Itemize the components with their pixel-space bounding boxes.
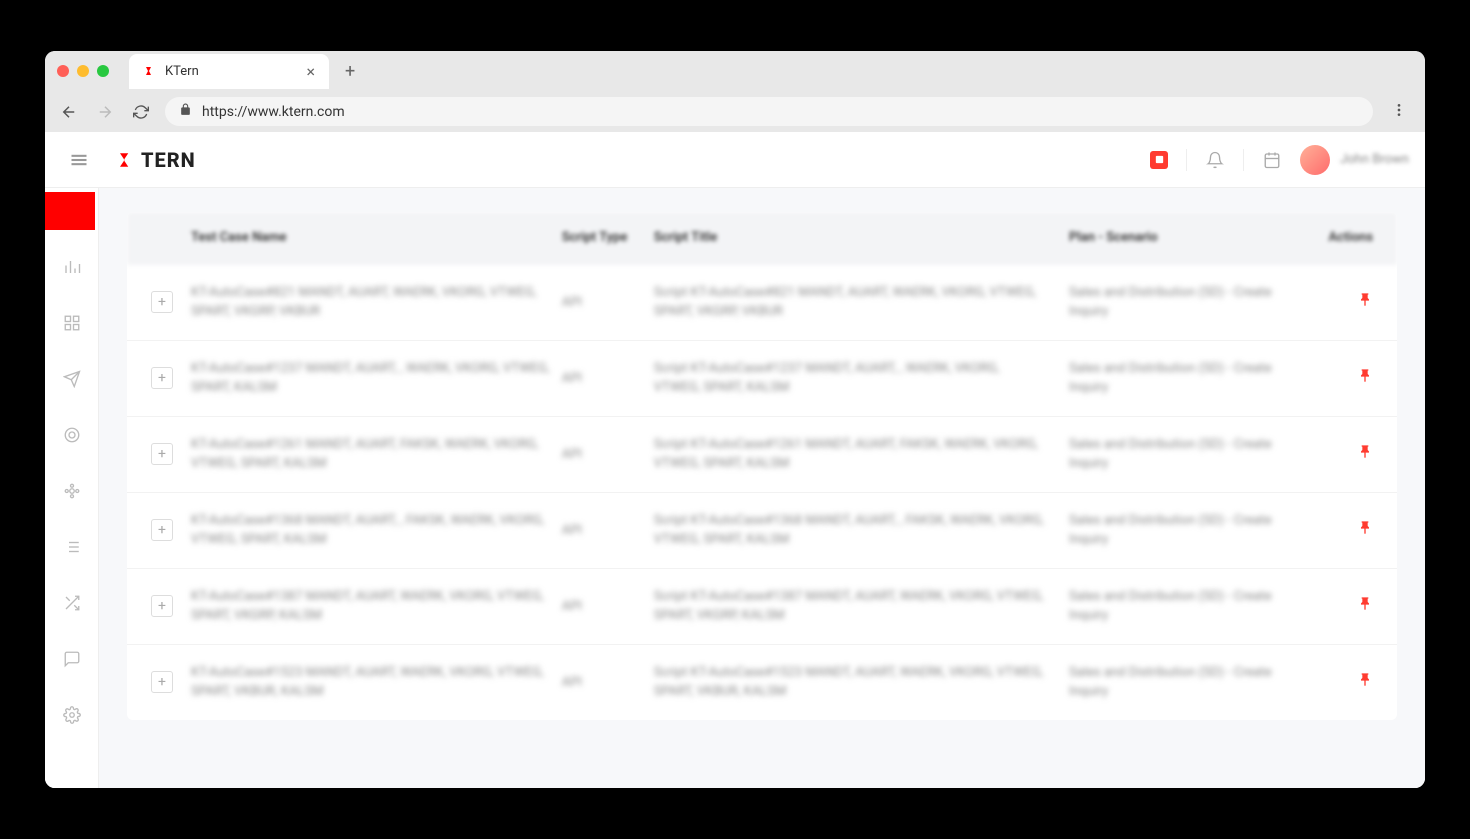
topbar-right: John Brown — [1150, 145, 1409, 175]
cell-plan: Sales and Distribution (SD) - Create Inq… — [1057, 663, 1293, 702]
expand-button[interactable]: + — [151, 291, 173, 313]
test-case-table: Test Case Name Script Type Script Title … — [127, 212, 1397, 720]
browser-chrome: KTern × + https://www.ktern.com — [45, 51, 1425, 132]
sidebar-item-list[interactable] — [53, 528, 91, 566]
pin-icon[interactable] — [1357, 293, 1373, 312]
menu-toggle-button[interactable] — [61, 142, 97, 178]
cell-name: KT-AutoCase#1237 MANDT, AUART, , WAERK, … — [191, 359, 562, 398]
browser-window: KTern × + https://www.ktern.com — [45, 51, 1425, 788]
url-text: https://www.ktern.com — [202, 104, 345, 120]
expand-button[interactable]: + — [151, 443, 173, 465]
pin-icon[interactable] — [1357, 597, 1373, 616]
table-row: + KT-AutoCase#1261 MANDT, AUART, FAKSK, … — [127, 417, 1397, 493]
sidebar-item-message[interactable] — [53, 640, 91, 678]
sidebar — [45, 188, 99, 788]
pin-icon[interactable] — [1357, 673, 1373, 692]
divider — [1186, 149, 1187, 171]
cell-name: KT-AutoCase#821 MANDT, AUART, WAERK, VKO… — [191, 283, 562, 322]
cell-type: API — [562, 521, 642, 541]
cell-title: Script KT-AutoCase#1368 MANDT, AUART, , … — [642, 511, 1057, 550]
expand-button[interactable]: + — [151, 595, 173, 617]
table-row: + KT-AutoCase#1387 MANDT, AUART, WAERK, … — [127, 569, 1397, 645]
avatar — [1300, 145, 1330, 175]
cell-plan: Sales and Distribution (SD) - Create Inq… — [1057, 511, 1293, 550]
cell-type: API — [562, 293, 642, 313]
window-close-button[interactable] — [57, 65, 69, 77]
sidebar-item-chart[interactable] — [53, 248, 91, 286]
sidebar-item-send[interactable] — [53, 360, 91, 398]
table-row: + KT-AutoCase#1368 MANDT, AUART, , FAKSK… — [127, 493, 1397, 569]
divider — [1243, 149, 1244, 171]
cell-type: API — [562, 369, 642, 389]
sidebar-item-flower[interactable] — [53, 472, 91, 510]
cell-name: KT-AutoCase#1523 MANDT, AUART, WAERK, VK… — [191, 663, 562, 702]
sidebar-item-shuffle[interactable] — [53, 584, 91, 622]
traffic-lights — [57, 65, 109, 77]
app-body: Test Case Name Script Type Script Title … — [45, 188, 1425, 788]
cell-plan: Sales and Distribution (SD) - Create Inq… — [1057, 283, 1293, 322]
back-button[interactable] — [57, 100, 81, 124]
forward-button[interactable] — [93, 100, 117, 124]
tab-title: KTern — [165, 64, 199, 79]
pin-icon[interactable] — [1357, 521, 1373, 540]
cell-title: Script KT-AutoCase#821 MANDT, AUART, WAE… — [642, 283, 1057, 322]
new-tab-button[interactable]: + — [337, 61, 363, 82]
cell-type: API — [562, 597, 642, 617]
content-area: Test Case Name Script Type Script Title … — [99, 188, 1425, 788]
tab-close-icon[interactable]: × — [306, 62, 315, 81]
sidebar-item-grid[interactable] — [53, 304, 91, 342]
window-maximize-button[interactable] — [97, 65, 109, 77]
logo-icon — [117, 151, 135, 169]
address-bar[interactable]: https://www.ktern.com — [165, 97, 1373, 126]
tab-bar: KTern × + — [45, 51, 1425, 91]
browser-menu-button[interactable] — [1385, 102, 1413, 122]
column-type: Script Type — [562, 230, 642, 247]
table-body: + KT-AutoCase#821 MANDT, AUART, WAERK, V… — [127, 265, 1397, 720]
sidebar-item-settings[interactable] — [53, 696, 91, 734]
cell-plan: Sales and Distribution (SD) - Create Inq… — [1057, 359, 1293, 398]
logo[interactable]: TERN — [117, 148, 196, 172]
column-actions: Actions — [1293, 230, 1373, 247]
address-bar-row: https://www.ktern.com — [45, 91, 1425, 132]
table-header: Test Case Name Script Type Script Title … — [127, 212, 1397, 265]
cell-name: KT-AutoCase#1368 MANDT, AUART, , FAKSK, … — [191, 511, 562, 550]
table-row: + KT-AutoCase#821 MANDT, AUART, WAERK, V… — [127, 265, 1397, 341]
logo-text: TERN — [141, 148, 196, 172]
pin-icon[interactable] — [1357, 445, 1373, 464]
cell-type: API — [562, 445, 642, 465]
app: TERN John Brown — [45, 132, 1425, 788]
cell-name: KT-AutoCase#1261 MANDT, AUART, FAKSK, WA… — [191, 435, 562, 474]
column-plan: Plan - Scenario — [1057, 230, 1293, 247]
cell-title: Script KT-AutoCase#1237 MANDT, AUART, , … — [642, 359, 1057, 398]
user-menu[interactable]: John Brown — [1300, 145, 1409, 175]
pin-icon[interactable] — [1357, 369, 1373, 388]
browser-tab[interactable]: KTern × — [129, 54, 329, 89]
cell-title: Script KT-AutoCase#1261 MANDT, AUART, FA… — [642, 435, 1057, 474]
cell-title: Script KT-AutoCase#1523 MANDT, AUART, WA… — [642, 663, 1057, 702]
bell-icon[interactable] — [1205, 150, 1225, 170]
sidebar-item-target[interactable] — [53, 416, 91, 454]
expand-button[interactable]: + — [151, 367, 173, 389]
column-name: Test Case Name — [191, 230, 562, 247]
column-expand — [151, 230, 191, 247]
notification-badge-icon[interactable] — [1150, 151, 1168, 169]
tab-favicon-icon — [143, 64, 157, 78]
expand-button[interactable]: + — [151, 519, 173, 541]
column-title: Script Title — [642, 230, 1057, 247]
username: John Brown — [1340, 152, 1409, 167]
cell-plan: Sales and Distribution (SD) - Create Inq… — [1057, 587, 1293, 626]
window-minimize-button[interactable] — [77, 65, 89, 77]
cell-title: Script KT-AutoCase#1387 MANDT, AUART, WA… — [642, 587, 1057, 626]
cell-name: KT-AutoCase#1387 MANDT, AUART, WAERK, VK… — [191, 587, 562, 626]
reload-button[interactable] — [129, 100, 153, 124]
cell-type: API — [562, 673, 642, 693]
cell-plan: Sales and Distribution (SD) - Create Inq… — [1057, 435, 1293, 474]
sidebar-item-active[interactable] — [45, 192, 95, 230]
lock-icon — [179, 103, 192, 120]
table-row: + KT-AutoCase#1237 MANDT, AUART, , WAERK… — [127, 341, 1397, 417]
topbar: TERN John Brown — [45, 132, 1425, 188]
expand-button[interactable]: + — [151, 671, 173, 693]
table-row: + KT-AutoCase#1523 MANDT, AUART, WAERK, … — [127, 645, 1397, 720]
calendar-icon[interactable] — [1262, 150, 1282, 170]
